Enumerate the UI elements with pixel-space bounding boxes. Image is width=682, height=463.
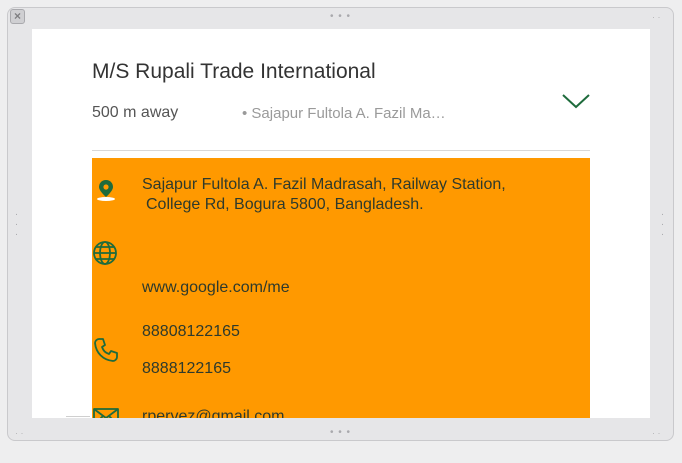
corner-grip-bottom-left[interactable]: · ·	[15, 429, 24, 438]
address-line-1: Sajapur Fultola A. Fazil Madrasah, Railw…	[142, 176, 506, 193]
corner-grip-bottom-right[interactable]: · ·	[652, 429, 661, 438]
resize-grip-bottom[interactable]: • • •	[330, 428, 351, 438]
location-pin-icon	[97, 180, 115, 201]
phone-number-2[interactable]: 8888122165	[142, 359, 231, 379]
phone-icon	[94, 338, 118, 362]
chevron-down-icon[interactable]	[561, 89, 591, 111]
close-button[interactable]: ×	[10, 9, 25, 24]
email-link[interactable]: rpervez@gmail.com	[142, 407, 285, 418]
short-address: • Sajapur Fultola A. Fazil Ma…	[242, 105, 446, 122]
corner-grip-top-right[interactable]: · ·	[652, 13, 661, 22]
globe-icon	[93, 241, 117, 265]
phone-number-1[interactable]: 88808122165	[142, 322, 240, 342]
resize-grip-right[interactable]: · · ·	[660, 210, 666, 240]
resize-grip-left[interactable]: · · ·	[14, 210, 20, 240]
mail-icon	[93, 408, 119, 418]
divider	[92, 150, 590, 151]
details-panel: Sajapur Fultola A. Fazil Madrasah, Railw…	[92, 158, 590, 418]
resize-grip-top[interactable]: • • •	[330, 12, 351, 22]
distance-label: 500 m away	[92, 104, 179, 121]
place-title: M/S Rupali Trade International	[92, 60, 376, 83]
address-line-2: College Rd, Bogura 5800, Bangladesh.	[146, 196, 424, 213]
website-link[interactable]: www.google.com/me	[142, 278, 290, 298]
bottom-rule	[66, 416, 90, 417]
place-card: M/S Rupali Trade International 500 m awa…	[32, 29, 650, 418]
